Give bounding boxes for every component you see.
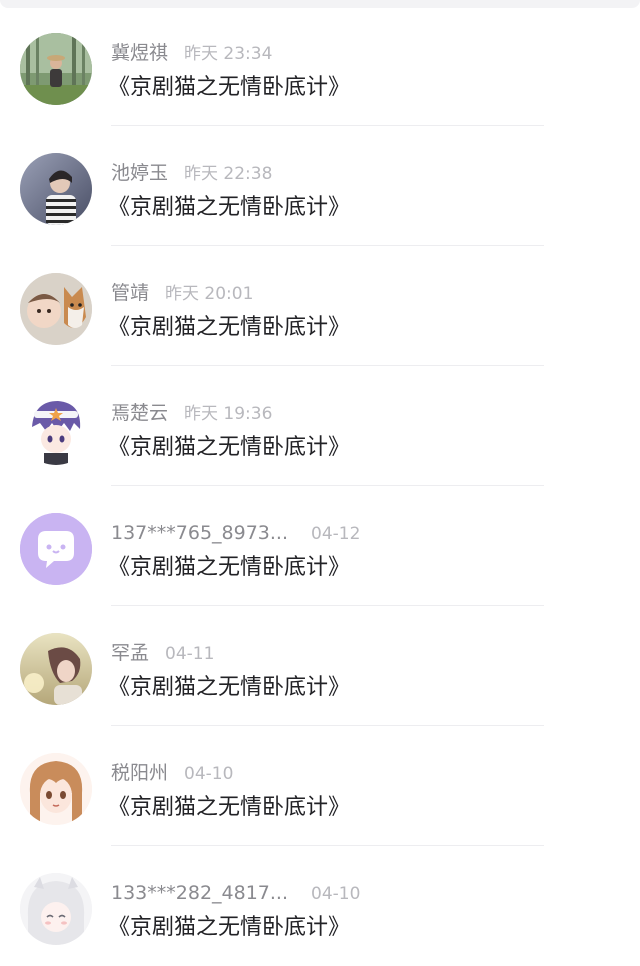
sender-name: 池婷玉: [111, 162, 169, 184]
timestamp: 昨天 19:36: [184, 404, 273, 424]
baby-and-dog-avatar-icon: [20, 273, 92, 345]
sender-name: 税阳州: [111, 762, 169, 784]
avatar[interactable]: [20, 513, 92, 585]
book-title: 《京剧猫之无情卧底计》: [108, 915, 351, 940]
sender-name: 焉楚云: [111, 402, 169, 424]
anime-girl-avatar-icon: [20, 753, 92, 825]
book-title: 《京剧猫之无情卧底计》: [108, 75, 351, 100]
timestamp: 昨天 23:34: [184, 44, 273, 64]
avatar[interactable]: [20, 153, 92, 225]
timestamp: 04-12: [311, 524, 361, 544]
book-title: 《京剧猫之无情卧底计》: [108, 435, 351, 460]
list-item[interactable]: 137***765_8973... 04-12 《京剧猫之无情卧底计》: [0, 486, 640, 606]
list-item[interactable]: 池婷玉 昨天 22:38 《京剧猫之无情卧底计》: [0, 126, 640, 246]
sender-name: 管靖: [111, 282, 150, 304]
avatar[interactable]: [20, 753, 92, 825]
timestamp: 昨天 22:38: [184, 164, 273, 184]
book-title: 《京剧猫之无情卧底计》: [108, 195, 351, 220]
avatar[interactable]: [20, 393, 92, 465]
book-title: 《京剧猫之无情卧底计》: [108, 795, 351, 820]
forest-person-avatar-icon: [20, 33, 92, 105]
sender-name: 133***282_4817...: [111, 882, 289, 904]
timestamp: 昨天 20:01: [165, 284, 254, 304]
sunset-girl-avatar-icon: [20, 633, 92, 705]
list-item[interactable]: 管靖 昨天 20:01 《京剧猫之无情卧底计》: [0, 246, 640, 366]
book-title: 《京剧猫之无情卧底计》: [108, 675, 351, 700]
list-item[interactable]: 133***282_4817... 04-10 《京剧猫之无情卧底计》: [0, 846, 640, 966]
default-chat-bubble-avatar-icon: [20, 513, 92, 585]
avatar[interactable]: [20, 273, 92, 345]
white-hair-anime-avatar-icon: [20, 873, 92, 945]
timestamp: 04-11: [165, 644, 215, 664]
timestamp: 04-10: [184, 764, 234, 784]
avatar[interactable]: [20, 33, 92, 105]
list-item[interactable]: 冀煜祺 昨天 23:34 《京剧猫之无情卧底计》: [0, 6, 640, 126]
book-title: 《京剧猫之无情卧底计》: [108, 315, 351, 340]
anime-boy-avatar-icon: [20, 393, 92, 465]
timestamp: 04-10: [311, 884, 361, 904]
list-item[interactable]: 税阳州 04-10 《京剧猫之无情卧底计》: [0, 726, 640, 846]
book-title: 《京剧猫之无情卧底计》: [108, 555, 351, 580]
sender-name: 罕孟: [111, 642, 150, 664]
list-item[interactable]: 罕孟 04-11 《京剧猫之无情卧底计》: [0, 606, 640, 726]
avatar[interactable]: [20, 873, 92, 945]
striped-shirt-person-avatar-icon: [20, 153, 92, 225]
sender-name: 137***765_8973...: [111, 522, 289, 544]
avatar[interactable]: [20, 633, 92, 705]
sender-name: 冀煜祺: [111, 42, 169, 64]
list-item[interactable]: 焉楚云 昨天 19:36 《京剧猫之无情卧底计》: [0, 366, 640, 486]
